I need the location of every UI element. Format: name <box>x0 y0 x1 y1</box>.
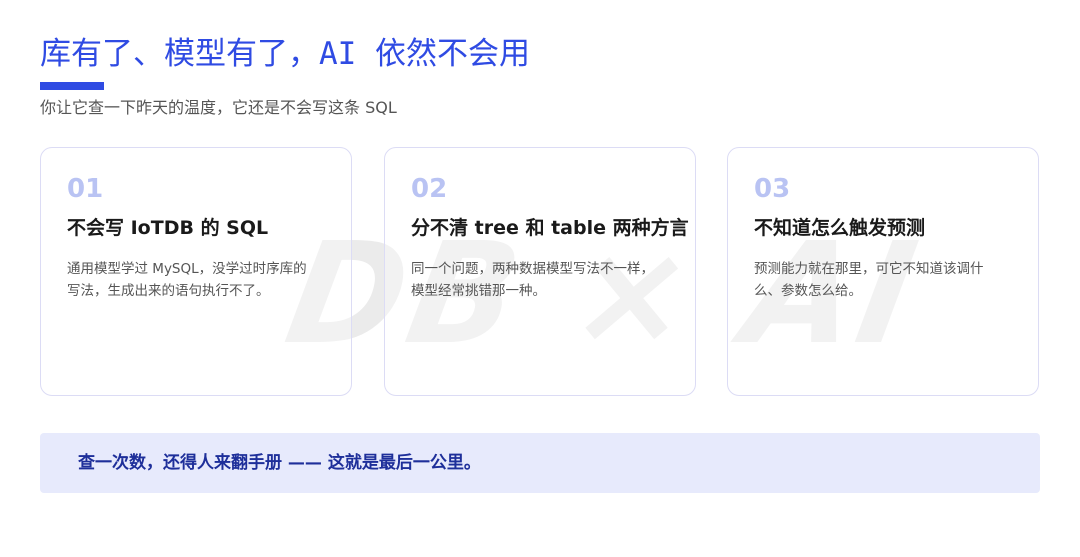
problem-card-2: 02 分不清 tree 和 table 两种方言 同一个问题，两种数据模型写法不… <box>384 147 696 396</box>
card-number: 03 <box>754 174 791 204</box>
summary-text: 查一次数，还得人来翻手册 —— 这就是最后一公里。 <box>78 453 481 473</box>
title-underline-bar <box>40 82 104 90</box>
problem-card-1: 01 不会写 IoTDB 的 SQL 通用模型学过 MySQL，没学过时序库的 … <box>40 147 352 396</box>
page-title: 库有了、模型有了，AI 依然不会用 <box>40 36 530 72</box>
problem-card-3: 03 不知道怎么触发预测 预测能力就在那里，可它不知道该调什 么、参数怎么给。 <box>727 147 1039 396</box>
card-description-line: 通用模型学过 MySQL，没学过时序库的 <box>67 261 307 277</box>
card-description: 通用模型学过 MySQL，没学过时序库的 写法，生成出来的语句执行不了。 <box>67 258 335 302</box>
card-description-line: 同一个问题，两种数据模型写法不一样， <box>411 261 654 277</box>
summary-banner: 查一次数，还得人来翻手册 —— 这就是最后一公里。 <box>40 433 1040 493</box>
card-description-line: 模型经常挑错那一种。 <box>411 283 546 299</box>
card-description: 同一个问题，两种数据模型写法不一样， 模型经常挑错那一种。 <box>411 258 679 302</box>
card-number: 01 <box>67 174 104 204</box>
card-description-line: 预测能力就在那里，可它不知道该调什 <box>754 261 984 277</box>
card-heading: 不知道怎么触发预测 <box>754 217 926 239</box>
card-heading: 分不清 tree 和 table 两种方言 <box>411 217 689 239</box>
card-number: 02 <box>411 174 448 204</box>
card-description-line: 写法，生成出来的语句执行不了。 <box>67 283 270 299</box>
card-description: 预测能力就在那里，可它不知道该调什 么、参数怎么给。 <box>754 258 1022 302</box>
card-heading: 不会写 IoTDB 的 SQL <box>67 217 269 239</box>
page-subtitle: 你让它查一下昨天的温度，它还是不会写这条 SQL <box>40 98 397 117</box>
slide: 库有了、模型有了，AI 依然不会用 你让它查一下昨天的温度，它还是不会写这条 S… <box>0 0 1080 557</box>
card-description-line: 么、参数怎么给。 <box>754 283 862 299</box>
